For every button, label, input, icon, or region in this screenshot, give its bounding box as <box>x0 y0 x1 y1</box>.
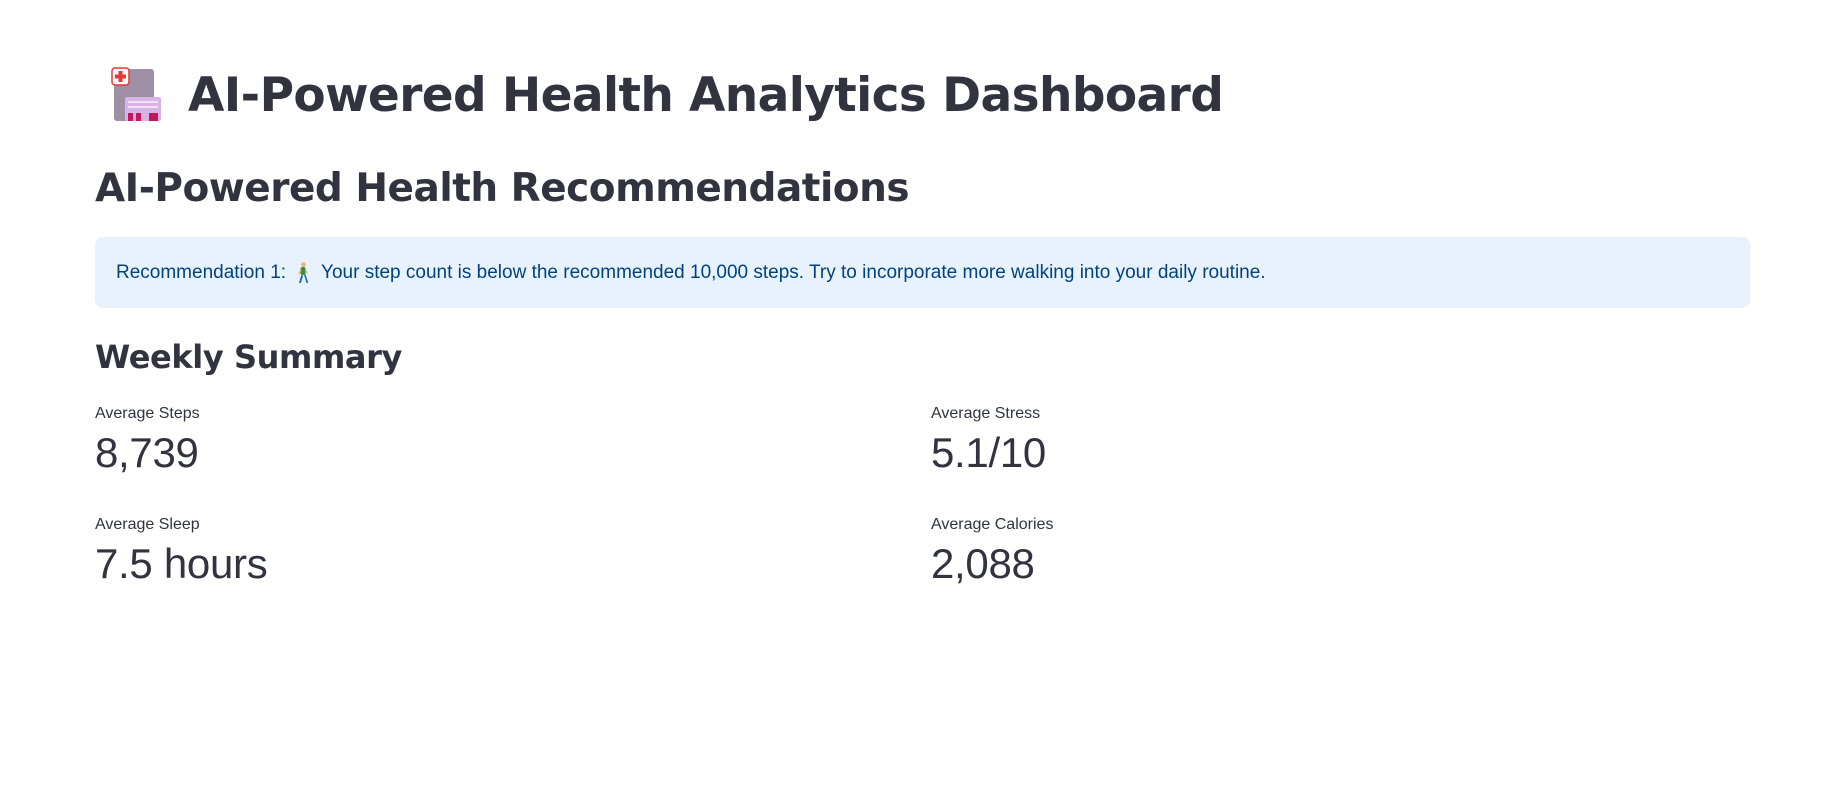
metric-average-calories: Average Calories 2,088 <box>931 516 1053 588</box>
recommendation-text: Your step count is below the recommended… <box>321 261 1266 283</box>
metric-value: 8,739 <box>95 429 199 476</box>
metric-label: Average Steps <box>95 405 200 422</box>
page-title: AI-Powered Health Analytics Dashboard <box>188 67 1224 123</box>
recommendation-alert: Recommendation 1: Your step count is bel… <box>95 237 1750 308</box>
walking-person-icon <box>298 261 309 283</box>
metric-average-stress: Average Stress 5.1/10 <box>931 405 1046 477</box>
recommendations-heading: AI-Powered Health Recommendations <box>95 166 910 211</box>
title-row: AI-Powered Health Analytics Dashboard <box>111 60 1224 130</box>
metric-average-steps: Average Steps 8,739 <box>95 405 200 477</box>
hospital-icon <box>111 67 161 121</box>
metric-value: 2,088 <box>931 540 1035 587</box>
weekly-summary-heading: Weekly Summary <box>95 338 402 376</box>
metric-average-sleep: Average Sleep 7.5 hours <box>95 516 268 588</box>
main-content: AI-Powered Health Analytics Dashboard AI… <box>0 0 1826 806</box>
metric-label: Average Calories <box>931 516 1054 533</box>
metric-value: 5.1/10 <box>931 429 1046 476</box>
metric-value: 7.5 hours <box>95 540 268 587</box>
metric-label: Average Stress <box>931 405 1041 422</box>
metric-label: Average Sleep <box>95 516 200 533</box>
recommendation-prefix: Recommendation 1: <box>116 261 287 283</box>
